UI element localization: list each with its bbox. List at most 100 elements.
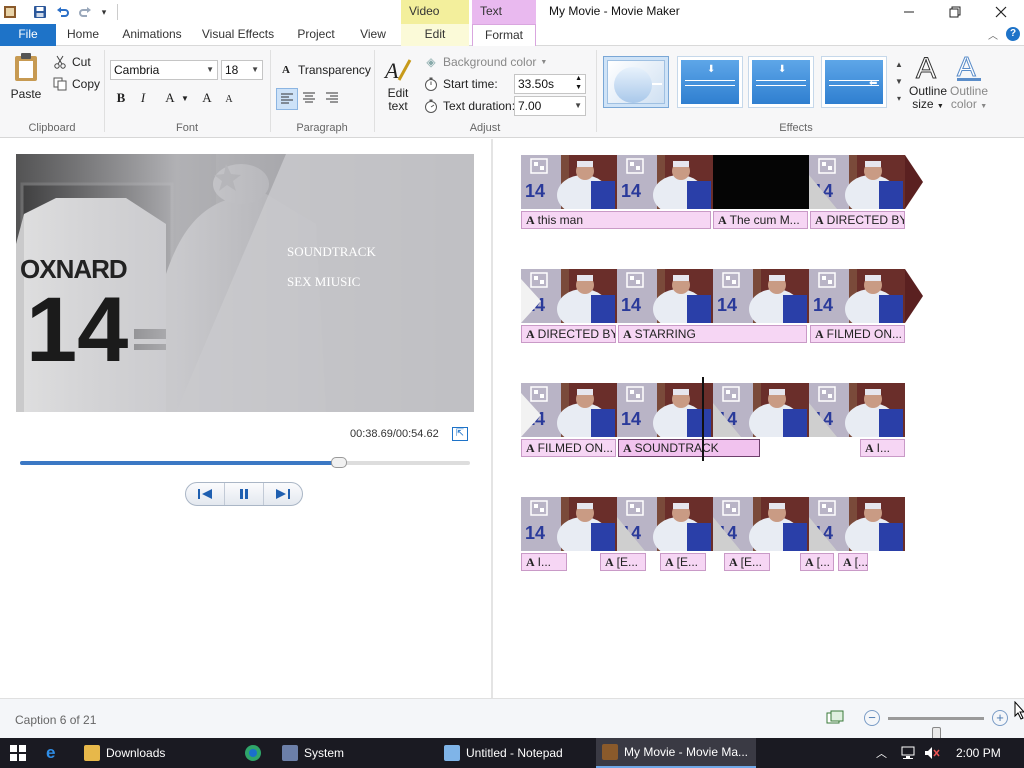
cut-button[interactable]: Cut [52,52,91,72]
effect-drop-thumbnail[interactable]: ⬇ [748,56,814,108]
background-color-button[interactable]: ◈ Background color ▼ [423,52,547,72]
fullscreen-icon[interactable]: ⇱ [452,427,468,441]
effect-fly-in-thumbnail[interactable]: ⬇ [677,56,743,108]
chevron-down-icon[interactable]: ▼ [181,94,189,103]
caption-item[interactable]: A [E... [600,553,646,571]
effect-none-thumbnail[interactable] [603,56,669,108]
edge-icon[interactable] [244,738,262,768]
caption-item[interactable]: A [... [800,553,834,571]
storyboard-clip[interactable]: 14 [809,155,905,209]
storyboard-clip[interactable]: 14 [809,497,905,551]
taskbar-item-movie-maker[interactable]: My Movie - Movie Ma... [596,738,756,768]
font-size-combo[interactable]: 18 ▼ [221,60,263,80]
previous-frame-button[interactable] [186,483,225,505]
tab-animations[interactable]: Animations [116,24,188,46]
storyboard-clip[interactable]: 14 [713,383,809,437]
align-left-button[interactable] [276,88,298,110]
storyboard-clip[interactable]: 14 [521,269,617,323]
outline-size-button[interactable]: A Outline size ▼ [907,50,949,113]
caption-item[interactable]: A [E... [660,553,706,571]
align-center-button[interactable] [299,88,321,110]
zoom-out-button[interactable]: − [864,710,880,726]
customize-qat-icon[interactable]: ▾ [96,4,112,20]
caption-item[interactable]: A STARRING [618,325,807,343]
effects-gallery-scroll[interactable]: ▲ ▼ ▾ [893,56,905,110]
playback-controls [185,482,303,506]
volume-muted-icon[interactable] [924,738,940,768]
pause-button[interactable] [225,483,264,505]
seek-thumb[interactable] [331,457,347,468]
next-frame-button[interactable] [264,483,302,505]
save-icon[interactable] [32,4,48,20]
start-time-input[interactable]: 33.50s ▲ ▼ [514,74,586,94]
redo-icon[interactable] [77,4,93,20]
tab-project[interactable]: Project [290,24,342,46]
tab-format[interactable]: Format [472,24,536,47]
storyboard-clip[interactable]: 14 [617,269,713,323]
edit-text-button[interactable]: A Edit text [381,54,415,113]
caption-item[interactable]: A DIRECTED BY [521,325,616,343]
font-family-combo[interactable]: Cambria ▼ [110,60,218,80]
storyboard-clip[interactable]: 14 [521,497,617,551]
tab-edit[interactable]: Edit [401,24,469,46]
caption-item[interactable]: A DIRECTED BY [810,211,905,229]
caption-item[interactable]: A The cum M... [713,211,808,229]
taskbar-item-system[interactable]: System [276,738,426,768]
transparency-button[interactable]: A Transparency [278,60,371,80]
storyboard-clip[interactable]: 14 [713,497,809,551]
shrink-font-button[interactable]: A [219,90,239,110]
undo-icon[interactable] [55,4,71,20]
edge-legacy-icon[interactable]: e [46,738,55,768]
restore-button[interactable] [932,0,978,24]
paste-button[interactable]: Paste [10,52,42,108]
tab-home[interactable]: Home [60,24,106,46]
font-color-button[interactable]: A [160,88,180,108]
help-icon[interactable]: ? [1006,27,1020,41]
playhead[interactable] [702,377,704,461]
align-right-button[interactable] [322,88,344,110]
pane-splitter[interactable] [491,139,493,698]
clock[interactable]: 2:00 PM [956,738,1001,768]
storyboard-clip[interactable]: 14 [617,155,713,209]
effect-slide-thumbnail[interactable]: ⬅ [821,56,887,108]
caption-item[interactable]: A I... [521,553,567,571]
storyboard-clip[interactable]: 14 [521,155,617,209]
text-duration-combo[interactable]: 7.00 ▼ [514,96,586,116]
show-hidden-icons-icon[interactable]: ︿ [876,738,887,768]
close-button[interactable] [978,0,1024,24]
zoom-in-button[interactable]: + [992,710,1008,726]
caption-item[interactable]: A FILMED ON... [521,439,616,457]
storyboard-clip[interactable]: 14 [809,269,905,323]
storyboard-clip[interactable]: 14 [617,383,713,437]
video-preview[interactable]: OXNARD 14 SOUNDTRACK SEX MIUSIC [16,154,474,412]
caption-item[interactable]: A FILMED ON... [810,325,905,343]
start-button[interactable] [10,738,26,768]
storyboard-clip[interactable]: 14 [617,497,713,551]
grow-font-button[interactable]: A [197,88,217,108]
taskbar-item-downloads[interactable]: Downloads [78,738,228,768]
minimize-ribbon-icon[interactable]: ︿ [986,27,1000,42]
tab-view[interactable]: View [352,24,394,46]
spin-icon[interactable]: ▲ ▼ [575,74,582,92]
storyboard-clip[interactable] [713,155,809,209]
bold-button[interactable]: B [111,88,131,108]
seek-bar[interactable] [20,457,470,468]
storyboard-clip[interactable]: 14 [713,269,809,323]
storyboard-clip[interactable]: 14 [809,383,905,437]
tab-file[interactable]: File [0,24,56,46]
storyboard-view-icon[interactable] [826,710,844,726]
tab-visual-effects[interactable]: Visual Effects [196,24,280,46]
caption-item[interactable]: A SOUNDTRACK [618,439,760,457]
minimize-button[interactable] [886,0,932,24]
storyboard-clip[interactable]: 14 [521,383,617,437]
taskbar-item-notepad[interactable]: Untitled - Notepad [438,738,588,768]
caption-item[interactable]: A I... [860,439,905,457]
copy-button[interactable]: Copy [52,74,100,94]
zoom-slider[interactable] [888,717,984,743]
caption-item[interactable]: Athis man [521,211,711,229]
italic-button[interactable]: I [133,88,153,108]
caption-item[interactable]: A [E... [724,553,770,571]
network-icon[interactable] [900,738,916,768]
caption-item[interactable]: A [... [838,553,868,571]
outline-color-button[interactable]: A Outline color ▼ [950,50,988,113]
